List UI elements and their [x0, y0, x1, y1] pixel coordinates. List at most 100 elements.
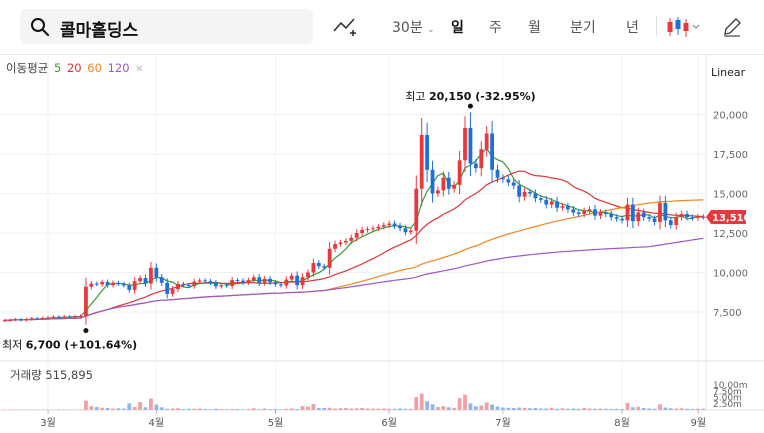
volume-bar — [652, 408, 657, 410]
candle-body — [35, 318, 40, 320]
volume-tick-label: 2.50m — [713, 400, 742, 410]
scale-mode-button[interactable]: Linear — [711, 66, 745, 79]
volume-bar — [695, 408, 700, 410]
volume-bar — [501, 407, 505, 410]
candle-body — [695, 216, 700, 218]
candle-body — [51, 316, 56, 318]
volume-legend-value: 515,895 — [45, 368, 93, 382]
candle-body — [571, 209, 576, 213]
volume-bar — [84, 400, 88, 410]
candle-body — [457, 160, 462, 185]
volume-bar — [511, 408, 516, 410]
volume-bar — [224, 409, 229, 410]
volume-bar — [636, 406, 641, 410]
volume-bar — [295, 409, 300, 410]
candle-body — [425, 135, 430, 170]
volume-bar — [538, 408, 543, 410]
candle-body — [78, 315, 83, 317]
candle-body — [522, 191, 527, 197]
volume-bar — [609, 409, 614, 410]
volume-bar — [127, 403, 132, 410]
volume-bar — [647, 408, 652, 410]
volume-bar — [89, 406, 94, 410]
ma-60-line — [4, 199, 704, 321]
interval-dropdown[interactable]: 30분 ⌄ — [392, 17, 435, 37]
candle-body — [262, 278, 267, 283]
volume-bar — [446, 407, 451, 410]
volume-bar — [186, 408, 191, 410]
volume-bar — [614, 408, 619, 410]
candle-body — [343, 240, 348, 243]
volume-bar — [479, 405, 484, 410]
candle-body — [300, 277, 305, 286]
search-box[interactable]: 콜마홀딩스 — [20, 9, 313, 44]
tab-week[interactable]: 주 — [489, 17, 502, 37]
volume-bar — [241, 409, 245, 410]
tab-year[interactable]: 년 — [626, 17, 639, 37]
candle-body — [538, 198, 543, 200]
candle-body — [463, 127, 467, 161]
high-marker — [467, 103, 473, 109]
candle-body — [100, 281, 105, 285]
candle-body — [495, 169, 500, 178]
volume-bar — [149, 398, 153, 410]
volume-bar — [338, 408, 343, 410]
volume-bar — [408, 408, 413, 410]
candle-body — [338, 242, 343, 245]
chart-toolbar: 콜마홀딩스 30분 ⌄ 일 주 월 분기 년 — [0, 0, 764, 54]
volume-bar — [246, 409, 251, 410]
time-tick-label: 4월 — [149, 417, 165, 429]
price-chart[interactable]: 20,000 17,500 15,000 12,500 10,000 7,500 3월 4월 5… — [0, 54, 764, 433]
tab-day[interactable]: 일 — [451, 17, 464, 37]
ma-legend-label: 이동평균 — [6, 61, 49, 75]
volume-bar — [257, 409, 262, 410]
close-icon[interactable]: ✕ — [135, 64, 143, 75]
search-input[interactable]: 콜마홀딩스 — [60, 16, 138, 41]
candle-body — [284, 279, 289, 286]
volume-bar — [284, 408, 289, 410]
candle-body — [392, 223, 397, 226]
volume-bar — [387, 408, 392, 410]
candle-body — [154, 267, 159, 278]
volume-bar — [354, 408, 359, 410]
volume-bar — [495, 406, 500, 410]
candle-body — [490, 133, 494, 170]
candle-body — [376, 226, 381, 229]
pencil-icon[interactable] — [722, 17, 742, 37]
tab-month[interactable]: 월 — [528, 17, 541, 37]
chart-draw-icon[interactable] — [332, 15, 358, 39]
candle-body — [197, 280, 202, 282]
volume-bar — [468, 403, 473, 410]
volume-bar — [94, 407, 99, 410]
volume-bar — [138, 402, 142, 410]
interval-label: 30분 — [392, 20, 423, 36]
volume-bar — [517, 407, 522, 410]
chevron-down-icon: ⌄ — [427, 25, 435, 35]
volume-bar — [165, 408, 170, 410]
volume-bar — [381, 408, 386, 410]
volume-bar — [603, 408, 608, 410]
volume-bar — [625, 402, 630, 410]
candlestick-icon[interactable] — [666, 15, 702, 39]
toolbar-divider — [656, 16, 657, 36]
volume-bar — [630, 407, 635, 410]
candle-body — [230, 280, 235, 286]
candle-body — [56, 316, 61, 318]
candle-body — [387, 223, 392, 226]
candle-body — [517, 185, 522, 197]
volume-bar — [278, 409, 283, 410]
volume-bar — [343, 408, 348, 410]
candle-body — [316, 263, 321, 267]
candle-body — [246, 280, 251, 283]
last-price-label: 13,510 — [712, 213, 751, 224]
candle-body — [251, 277, 256, 281]
candle-body — [360, 229, 365, 233]
candle-body — [479, 149, 484, 169]
tab-quarter[interactable]: 분기 — [570, 17, 596, 37]
volume-bar — [566, 408, 570, 410]
search-icon[interactable] — [30, 17, 50, 37]
volume-bar — [235, 409, 240, 410]
candle-body — [614, 217, 619, 219]
volume-bar — [490, 404, 494, 410]
candle-body — [29, 318, 34, 320]
